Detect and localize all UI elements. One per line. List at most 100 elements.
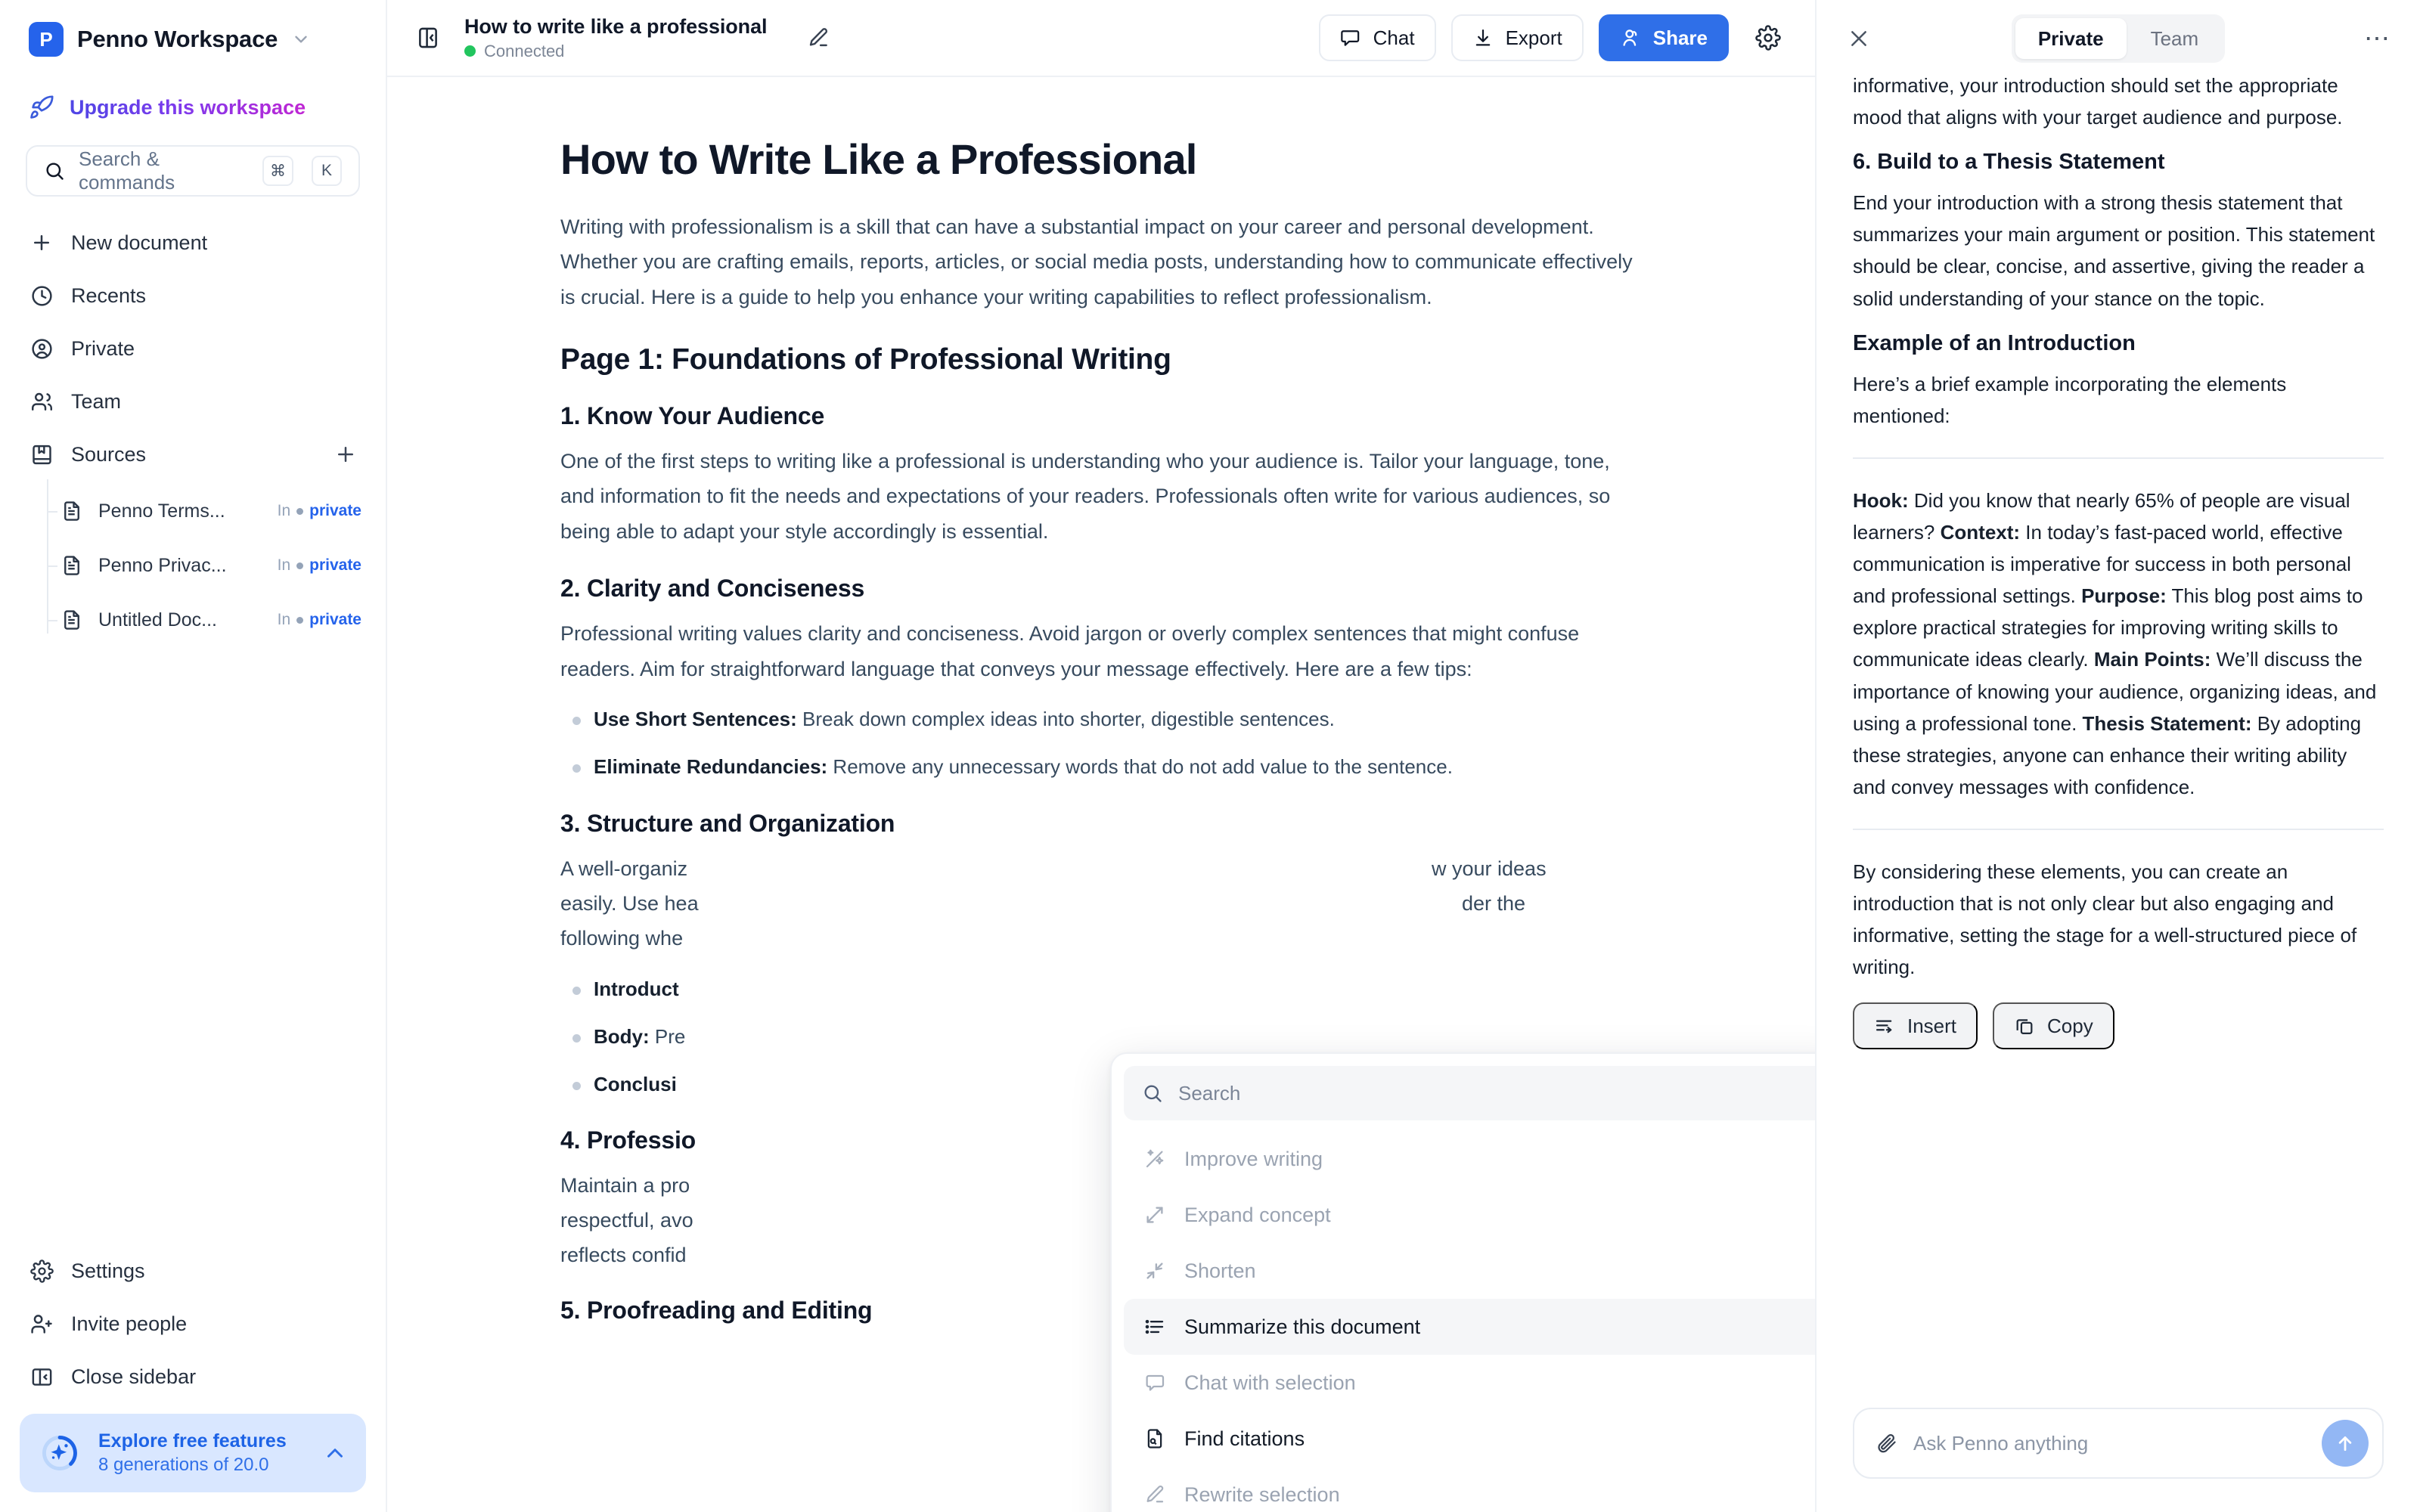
chat-bubble-icon	[1340, 27, 1361, 48]
sidebar: P Penno Workspace Upgrade this workspace…	[0, 0, 387, 1512]
example-intro-paragraph: Here’s a brief example incorporating the…	[1853, 372, 2287, 427]
sidebar-item-team[interactable]: Team	[18, 375, 368, 428]
expand-arrows-icon	[1142, 1202, 1168, 1228]
sidebar-item-label: Sources	[71, 442, 147, 466]
menu-item-label: Rewrite selection	[1184, 1483, 1340, 1506]
insert-button[interactable]: Insert	[1853, 1002, 1978, 1050]
sidebar-item-recents[interactable]: Recents	[18, 269, 368, 322]
example-heading: Example of an Introduction	[1853, 330, 2136, 355]
collapse-arrows-icon	[1142, 1258, 1168, 1284]
sidebar-item-label: New document	[71, 231, 208, 254]
sidebar-item-close-sidebar[interactable]: Close sidebar	[18, 1350, 368, 1403]
source-item[interactable]: Penno Terms... In private	[47, 484, 368, 538]
ask-input[interactable]: Ask Penno anything	[1853, 1408, 2384, 1479]
list-item-text: Remove any unnecessary words that do not…	[827, 755, 1453, 779]
search-input[interactable]: Search & commands ⌘ K	[26, 145, 360, 197]
rocket-icon	[29, 94, 54, 120]
list-item-term: Introduct	[594, 977, 679, 1000]
export-button-label: Export	[1505, 26, 1562, 49]
source-item[interactable]: Penno Privac... In private	[47, 538, 368, 593]
insert-icon	[1874, 1015, 1895, 1036]
doc-section-1-body: One of the first steps to writing like a…	[560, 450, 1611, 543]
copy-button[interactable]: Copy	[1993, 1002, 2114, 1050]
menu-item-label: Summarize this document	[1184, 1315, 1421, 1338]
menu-item-expand-concept[interactable]: Expand concept	[1124, 1187, 1815, 1243]
thesis-heading: 6. Build to a Thesis Statement	[1853, 150, 2165, 175]
chevron-up-icon[interactable]	[322, 1440, 348, 1466]
thesis-paragraph: End your introduction with a strong thes…	[1853, 191, 2375, 310]
promo-subtitle: 8 generations of 20.0	[98, 1455, 269, 1475]
doc-section-2-body: Professional writing values clarity and …	[560, 622, 1580, 680]
sidebar-item-sources[interactable]: Sources	[18, 428, 368, 481]
chevron-down-icon	[291, 29, 311, 49]
paperclip-icon[interactable]	[1876, 1432, 1898, 1455]
list-item-text: Pre	[649, 1025, 686, 1048]
close-icon[interactable]	[1842, 22, 1876, 55]
panel-collapse-icon[interactable]	[411, 21, 445, 54]
command-menu[interactable]: Search Improve writing Expand concept Sh…	[1110, 1052, 1815, 1512]
source-in-label: In	[277, 556, 291, 574]
assistant-actions: Insert Copy	[1853, 1002, 2384, 1050]
doc-title-heading: How to Write Like a Professional	[560, 135, 1197, 183]
source-visibility: In private	[278, 556, 361, 575]
sidebar-item-invite-people[interactable]: Invite people	[18, 1297, 368, 1350]
status-dot-icon	[464, 45, 476, 57]
menu-item-improve-writing[interactable]: Improve writing	[1124, 1131, 1815, 1187]
separator-dot-icon	[296, 562, 304, 569]
search-icon	[44, 160, 65, 181]
explore-free-features-banner[interactable]: Explore free features 8 generations of 2…	[20, 1414, 366, 1492]
sidebar-item-label: Private	[71, 336, 135, 360]
sidebar-item-label: Team	[71, 389, 122, 413]
kbd-k: K	[312, 156, 342, 186]
magic-wand-icon	[1142, 1146, 1168, 1172]
menu-item-rewrite-selection[interactable]: Rewrite selection	[1124, 1467, 1815, 1512]
copy-button-label: Copy	[2047, 1014, 2093, 1037]
menu-item-label: Shorten	[1184, 1259, 1256, 1282]
doc-section-4-body-fragment-a: Maintain a pro	[560, 1174, 690, 1198]
source-visibility-label: private	[309, 556, 361, 574]
example-body-paragraph: Hook: Did you know that nearly 65% of pe…	[1853, 485, 2384, 803]
menu-item-label: Expand concept	[1184, 1203, 1331, 1226]
source-item[interactable]: Untitled Doc... In private	[47, 593, 368, 647]
document-scroll-area[interactable]: How to Write Like a Professional Writing…	[387, 77, 1815, 1512]
document-title-block[interactable]: How to write like a professional Connect…	[464, 15, 767, 61]
tab-private[interactable]: Private	[2015, 18, 2127, 59]
pencil-icon[interactable]	[806, 26, 830, 50]
copy-icon	[2014, 1015, 2035, 1036]
menu-item-chat-with-selection[interactable]: Chat with selection	[1124, 1355, 1815, 1411]
separator-dot-icon	[296, 507, 304, 515]
list-item-term: Eliminate Redundancies:	[594, 755, 828, 779]
share-button[interactable]: Share	[1598, 14, 1729, 61]
send-button[interactable]	[2322, 1420, 2369, 1467]
upgrade-label: Upgrade this workspace	[70, 95, 306, 119]
chat-button[interactable]: Chat	[1318, 14, 1436, 61]
upgrade-workspace-button[interactable]: Upgrade this workspace	[18, 79, 368, 136]
search-placeholder: Search & commands	[79, 147, 175, 194]
sparkle-progress-icon	[38, 1431, 82, 1475]
command-search-input[interactable]: Search	[1124, 1066, 1815, 1120]
export-button[interactable]: Export	[1450, 14, 1584, 61]
sidebar-item-settings[interactable]: Settings	[18, 1244, 368, 1297]
sidebar-item-new-document[interactable]: New document	[18, 216, 368, 269]
status-badge: Connected	[464, 42, 767, 61]
doc-section-3-heading: 3. Structure and Organization	[560, 809, 895, 837]
sidebar-item-private[interactable]: Private	[18, 322, 368, 375]
menu-item-label: Improve writing	[1184, 1147, 1323, 1170]
doc-section-3-body-fragment-a: A well-organiz	[560, 857, 688, 880]
doc-section-3-body-fragment-c: easily. Use hea	[560, 891, 699, 915]
example-hook-label: Hook:	[1853, 488, 1909, 512]
ellipsis-icon[interactable]: ⋯	[2361, 22, 2394, 55]
doc-intro-paragraph: Writing with professionalism is a skill …	[560, 215, 1633, 308]
add-source-button[interactable]	[334, 443, 357, 466]
gear-icon[interactable]	[1748, 18, 1788, 57]
tab-team[interactable]: Team	[2128, 18, 2222, 59]
menu-item-shorten[interactable]: Shorten	[1124, 1243, 1815, 1299]
menu-item-find-citations[interactable]: Find citations	[1124, 1411, 1815, 1467]
doc-section-2-list: Use Short Sentences: Break down complex …	[560, 703, 1642, 783]
page-title: How to write like a professional	[464, 14, 768, 38]
source-visibility-label: private	[309, 502, 361, 519]
assistant-panel-body[interactable]: informative, your introduction should se…	[1817, 77, 2420, 1408]
doc-section-3-body-fragment-b: w your ideas	[1432, 857, 1547, 880]
menu-item-summarize-this-document[interactable]: Summarize this document	[1124, 1299, 1815, 1355]
workspace-switcher[interactable]: P Penno Workspace	[18, 0, 368, 79]
